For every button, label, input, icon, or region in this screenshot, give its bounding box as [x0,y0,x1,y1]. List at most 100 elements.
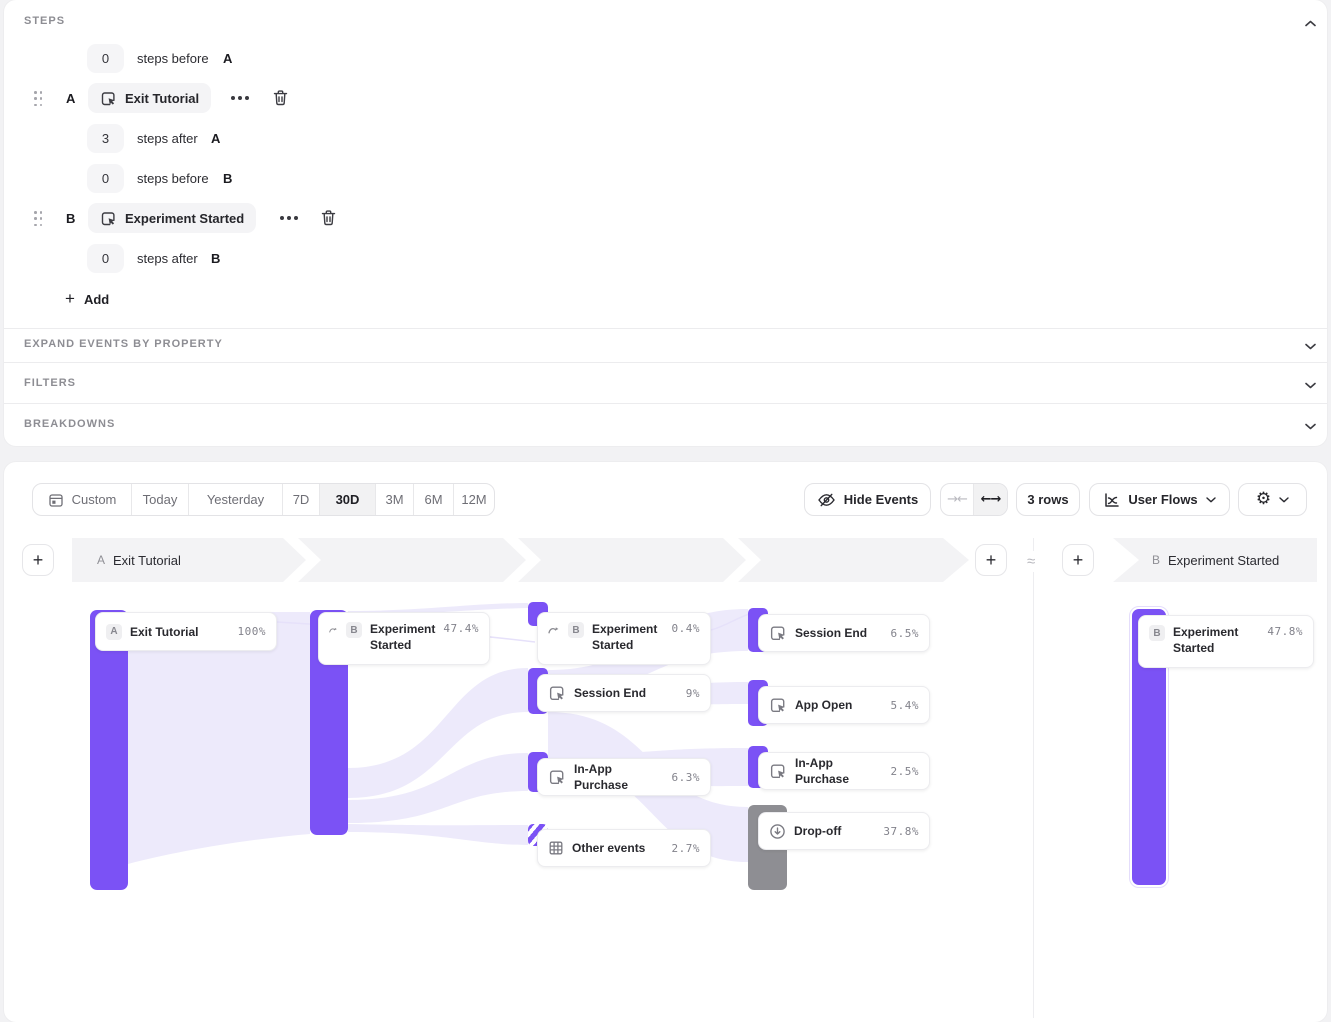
node-percent: 2.5% [891,765,920,778]
event-click-icon [769,696,787,714]
flow-node-drop-off[interactable]: Drop-off 37.8% [758,812,930,850]
drag-handle-icon[interactable] [34,91,43,106]
grid-icon [548,840,564,856]
calendar-icon [48,492,64,508]
node-percent: 6.3% [672,771,701,784]
flow-node-experiment-started[interactable]: B Experiment Started 47.4% [318,612,490,665]
flow-node-app-open[interactable]: App Open 5.4% [758,686,930,724]
flow-node-in-app-purchase[interactable]: In-App Purchase 2.5% [758,752,930,790]
steps-before-a-input[interactable]: 0 [87,44,124,73]
flow-node-session-end[interactable]: Session End 9% [537,674,711,712]
offset-label: steps before [137,51,209,66]
node-percent: 9% [686,687,700,700]
step-a-flow-bar[interactable] [90,610,128,890]
approx-symbol: ≈ [1026,551,1036,572]
eye-off-icon [817,491,836,509]
skip-steps-icon [548,625,560,634]
skip-steps-icon [329,625,338,634]
event-click-icon [769,762,787,780]
date-range-label: 12M [461,492,486,507]
gear-icon: ⚙ [1256,491,1271,508]
hide-events-button[interactable]: Hide Events [804,483,931,516]
more-options-icon[interactable] [231,96,249,100]
plus-icon: + [33,550,44,571]
expand-section-button[interactable] [1300,375,1320,395]
rows-count-button[interactable]: 3 rows [1016,483,1080,516]
divider [4,328,1327,329]
node-percent: 6.5% [891,627,920,640]
band-chevron-separator [283,538,323,582]
steps-before-b-input[interactable]: 0 [87,164,124,193]
flow-node-other-events[interactable]: Other events 2.7% [537,829,711,867]
node-percent: 47.8% [1267,625,1303,638]
section-title: EXPAND EVENTS BY PROPERTY [24,338,223,350]
offset-label: steps after [137,131,198,146]
event-name: Experiment Started [125,211,244,226]
add-step-button[interactable]: + Add [65,289,109,309]
event-click-icon [548,684,566,702]
steps-section-title: STEPS [24,15,65,27]
rows-count-label: 3 rows [1027,492,1068,507]
offset-ref-letter: A [211,131,220,146]
event-select-b[interactable]: Experiment Started [88,203,256,233]
flow-node-experiment-started[interactable]: B Experiment Started 0.4% [537,612,711,665]
drag-handle-icon[interactable] [34,211,43,226]
flow-node-exit-tutorial[interactable]: A Exit Tutorial 100% [95,612,277,651]
add-column-before-b-button[interactable]: + [1062,544,1094,576]
collapse-columns-button[interactable]: →← [941,484,974,515]
chevron-down-icon [1305,343,1316,350]
event-name: Exit Tutorial [125,91,199,106]
date-range-label: 6M [424,492,442,507]
node-percent: 37.8% [883,825,919,838]
step-badge: A [106,624,122,640]
delete-step-icon[interactable] [320,209,337,227]
divider [4,362,1327,363]
add-column-before-button[interactable]: + [22,544,54,576]
flow-node-session-end[interactable]: Session End 6.5% [758,614,930,652]
chevron-up-icon [1305,20,1316,27]
delete-step-icon[interactable] [272,89,289,107]
plus-icon: + [1073,550,1084,571]
step-b-badge: B [1152,553,1160,567]
chevron-down-icon [1305,423,1316,430]
date-range-6m[interactable]: 6M [414,484,454,515]
collapse-steps-button[interactable] [1300,13,1320,33]
steps-after-b-input[interactable]: 0 [87,244,124,273]
flow-node-experiment-started-b[interactable]: B Experiment Started 47.8% [1138,615,1314,668]
settings-dropdown[interactable]: ⚙ [1238,483,1307,516]
event-click-icon [100,210,117,227]
date-range-today[interactable]: Today [132,484,189,515]
event-select-a[interactable]: Exit Tutorial [88,83,211,113]
expand-columns-button[interactable]: ←→ [974,484,1007,515]
chevron-down-icon [1206,497,1216,503]
date-range-3m[interactable]: 3M [376,484,414,515]
date-range-12m[interactable]: 12M [454,484,494,515]
expand-section-button[interactable] [1300,336,1320,356]
step-a-header-label: Exit Tutorial [113,553,181,568]
step-b-header-label: Experiment Started [1168,553,1279,568]
expand-section-button[interactable] [1300,416,1320,436]
date-range-label: 3M [385,492,403,507]
node-label: Experiment Started [592,621,664,653]
add-step-label: Add [84,292,109,307]
chevron-down-icon [1279,497,1289,503]
collapse-expand-control: →← ←→ [940,483,1008,516]
date-range-7d[interactable]: 7D [283,484,320,515]
offset-ref-letter: A [223,51,232,66]
flow-node-in-app-purchase[interactable]: In-App Purchase 6.3% [537,758,711,796]
date-range-label: Yesterday [207,492,264,507]
section-title: BREAKDOWNS [24,418,115,430]
date-range-label: 30D [336,492,360,507]
date-range-30d-selected[interactable]: 30D [320,484,376,515]
date-range-custom[interactable]: Custom [33,484,132,515]
date-range-yesterday[interactable]: Yesterday [189,484,283,515]
add-column-after-a-button[interactable]: + [975,544,1007,576]
view-type-dropdown[interactable]: User Flows [1089,483,1230,516]
more-options-icon[interactable] [280,216,298,220]
drop-off-icon [769,823,786,840]
band-chevron-separator [723,538,763,582]
section-title: FILTERS [24,377,76,389]
node-label: Exit Tutorial [130,624,230,640]
hide-events-label: Hide Events [844,492,918,507]
steps-after-a-input[interactable]: 3 [87,124,124,153]
